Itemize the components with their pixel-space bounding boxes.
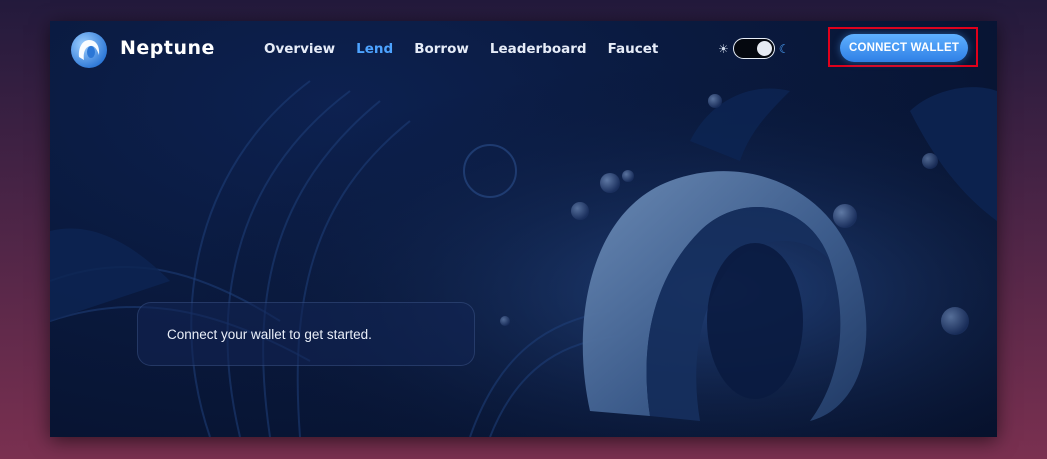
sun-icon: ☀ [718,41,729,56]
connect-wallet-message: Connect your wallet to get started. [167,326,372,342]
theme-toggle[interactable] [732,38,775,59]
top-navbar: Neptune Overview Lend Borrow Leaderboard… [50,21,997,81]
toggle-knob [756,40,772,56]
ocean-background-art [50,21,997,437]
main-nav: Overview Lend Borrow Leaderboard Faucet [264,41,658,57]
brand-name[interactable]: Neptune [120,37,215,59]
nav-link-faucet[interactable]: Faucet [608,41,659,57]
nav-link-overview[interactable]: Overview [264,41,335,57]
nav-link-lend[interactable]: Lend [356,41,393,57]
connect-wallet-button[interactable]: CONNECT WALLET [840,34,968,62]
neptune-logo-icon[interactable] [70,31,108,69]
nav-link-borrow[interactable]: Borrow [414,41,469,57]
moon-icon: ☾ [778,41,790,56]
nav-link-leaderboard[interactable]: Leaderboard [490,41,587,57]
theme-switcher: ☀ ☾ [718,38,790,59]
connect-wallet-message-card: Connect your wallet to get started. [137,302,475,366]
app-window: Neptune Overview Lend Borrow Leaderboard… [50,21,997,437]
